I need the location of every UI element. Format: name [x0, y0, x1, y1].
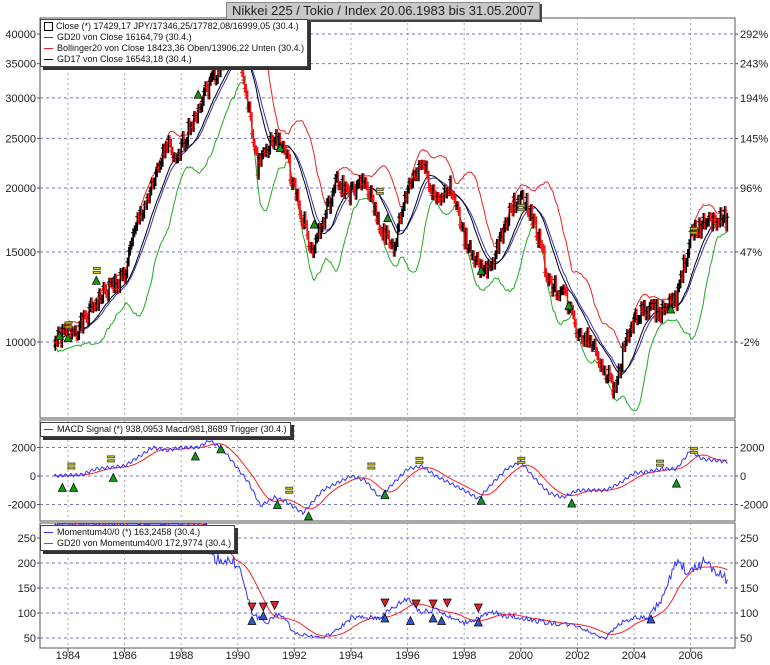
y-tick-label-left: 25000 — [5, 133, 36, 145]
y-tick-label-right: -2000 — [740, 500, 768, 512]
y-tick-label-left: -2000 — [8, 500, 36, 512]
y-tick-label-right: 243% — [740, 59, 768, 71]
neutral-signal-icon — [689, 446, 698, 450]
y-tick-label-right: -2% — [740, 337, 760, 349]
neutral-signal-icon — [285, 490, 294, 494]
neutral-signal-icon — [655, 459, 664, 463]
y-tick-label-left: 250 — [18, 533, 36, 545]
neutral-signal-icon — [106, 455, 115, 459]
y-tick-label-left: 200 — [18, 558, 36, 570]
legend-gd17: GD17 von Close 16543,18 (30.4.) — [44, 54, 304, 65]
neutral-signal-icon — [517, 204, 526, 208]
neutral-signal-icon — [415, 456, 424, 460]
neutral-signal-icon — [375, 187, 384, 191]
legend-bollinger: Bollinger20 von Close 18423,36 Oben/1390… — [44, 43, 304, 54]
neutral-signal-icon — [367, 462, 376, 466]
y-tick-label-right: 2000 — [740, 443, 764, 455]
neutral-signal-icon — [64, 321, 73, 325]
y-tick-label-right: 0 — [740, 471, 746, 483]
y-tick-label-right: 194% — [740, 93, 768, 105]
y-tick-label-left: 15000 — [5, 247, 36, 259]
macd-legend: MACD Signal (*) 938,0953 Macd/981,8689 T… — [40, 422, 291, 437]
neutral-signal-icon — [367, 466, 376, 470]
legend-momentum-gd20: GD20 von Momentum40/0 172,9774 (30.4.) — [44, 538, 231, 549]
neutral-signal-icon — [106, 459, 115, 463]
y-tick-label-left: 10000 — [5, 337, 36, 349]
neutral-signal-icon — [517, 456, 526, 460]
y-tick-label-right: 145% — [740, 133, 768, 145]
y-tick-label-left: 2000 — [12, 443, 36, 455]
legend-momentum: Momentum40/0 (*) 163,2458 (30.4.) — [44, 527, 231, 538]
neutral-signal-icon — [655, 463, 664, 467]
y-tick-label-right: 150 — [740, 583, 758, 595]
y-tick-label-left: 0 — [30, 471, 36, 483]
neutral-signal-icon — [689, 227, 698, 231]
neutral-signal-icon — [689, 231, 698, 235]
neutral-signal-icon — [92, 270, 101, 274]
neutral-signal-icon — [285, 486, 294, 490]
y-tick-label-right: 96% — [740, 183, 762, 195]
neutral-signal-icon — [375, 191, 384, 195]
legend-close: Close (*) 17429,17 JPY/17346,25/17782,08… — [44, 21, 304, 32]
y-tick-label-right: 50 — [740, 633, 752, 645]
candle-icon — [44, 22, 53, 32]
y-tick-label-right: 100 — [740, 608, 758, 620]
y-tick-label-left: 50 — [24, 633, 36, 645]
y-tick-label-left: 40000 — [5, 29, 36, 41]
y-tick-label-left: 100 — [18, 608, 36, 620]
y-tick-label-left: 150 — [18, 583, 36, 595]
chart-title: Nikkei 225 / Tokio / Index 20.06.1983 bi… — [226, 2, 540, 20]
momentum-legend: Momentum40/0 (*) 163,2458 (30.4.) GD20 v… — [40, 525, 236, 551]
legend-macd: MACD Signal (*) 938,0953 Macd/981,8689 T… — [44, 424, 287, 435]
neutral-signal-icon — [64, 325, 73, 329]
neutral-signal-icon — [92, 266, 101, 270]
neutral-signal-icon — [689, 450, 698, 454]
neutral-signal-icon — [67, 466, 76, 470]
neutral-signal-icon — [415, 460, 424, 464]
legend-gd20: GD20 von Close 16164,79 (30.4.) — [44, 32, 304, 43]
y-tick-label-left: 20000 — [5, 183, 36, 195]
neutral-signal-icon — [517, 460, 526, 464]
neutral-signal-icon — [517, 208, 526, 212]
y-tick-label-right: 292% — [740, 29, 768, 41]
y-tick-label-right: 200 — [740, 558, 758, 570]
chart-canvas: 1984 1986 1988 1990 1992 1994 1996 1998 2000 2002… — [5, 17, 768, 662]
y-tick-label-right: 250 — [740, 533, 758, 545]
y-tick-label-right: 47% — [740, 247, 762, 259]
y-tick-label-left: 35000 — [5, 59, 36, 71]
y-tick-label-left: 30000 — [5, 93, 36, 105]
neutral-signal-icon — [67, 462, 76, 466]
chart-window: 1984 1986 1988 1990 1992 1994 1996 1998 2000 2002… — [0, 0, 770, 665]
main-legend: Close (*) 17429,17 JPY/17346,25/17782,08… — [40, 19, 309, 67]
